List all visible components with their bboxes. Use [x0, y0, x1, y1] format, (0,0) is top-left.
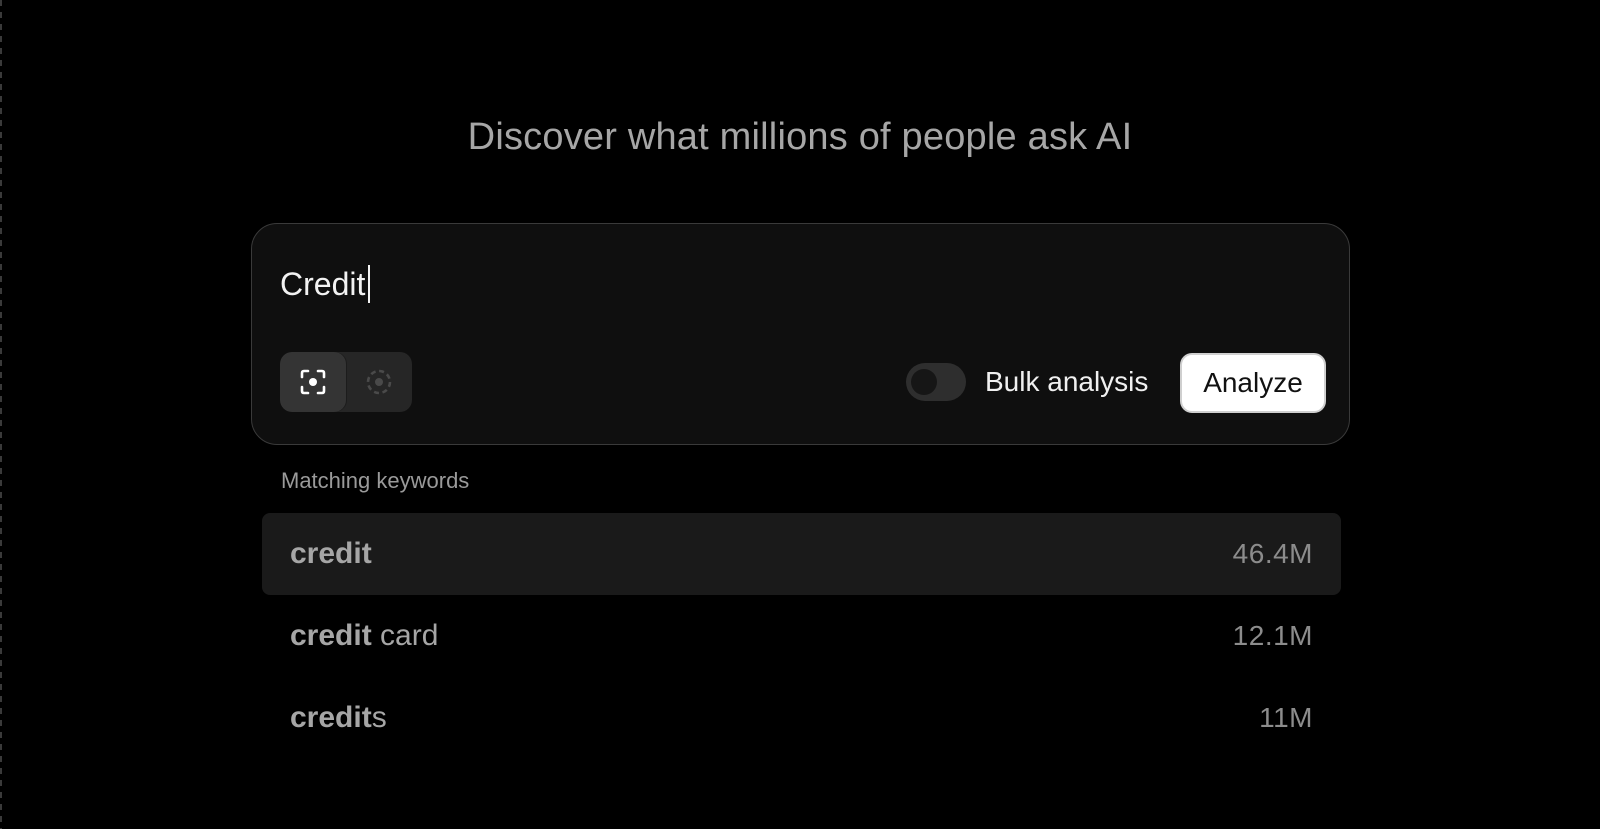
bulk-analysis-toggle[interactable]: [906, 363, 966, 401]
text-caret: [368, 265, 371, 303]
mode-button-scan[interactable]: [346, 352, 412, 412]
analyze-button[interactable]: Analyze: [1180, 353, 1326, 413]
keyword-rest: s: [371, 701, 387, 734]
keyword-match: credit: [290, 537, 372, 570]
keyword-row[interactable]: credit 46.4M: [262, 513, 1341, 595]
matching-keywords-label: Matching keywords: [281, 468, 470, 493]
keyword-count: 46.4M: [1232, 538, 1313, 569]
bulk-analysis-label: Bulk analysis: [985, 366, 1149, 397]
dashed-circle-icon: [366, 369, 392, 395]
keyword-list: credit 46.4M credit card 12.1M credits 1…: [262, 513, 1341, 759]
focus-target-icon: [300, 369, 326, 395]
keyword-match: credit: [290, 619, 372, 652]
keyword-text: credit card: [290, 619, 438, 653]
keyword-match: credit: [290, 701, 372, 734]
mode-button-focus[interactable]: [280, 352, 346, 412]
keyword-count: 11M: [1259, 702, 1313, 733]
keyword-count: 12.1M: [1232, 620, 1313, 651]
mode-switch: [280, 352, 412, 412]
keyword-text: credit: [290, 537, 372, 571]
keyword-rest: card: [371, 619, 439, 652]
search-input-value[interactable]: Credit: [280, 262, 365, 306]
toggle-knob: [911, 369, 937, 395]
keyword-text: credits: [290, 701, 387, 735]
search-card: Credit Bulk analysis Analyze: [251, 223, 1350, 445]
keyword-row[interactable]: credits 11M: [262, 677, 1341, 759]
bulk-analysis-group: Bulk analysis: [906, 362, 1148, 402]
page-title: Discover what millions of people ask AI: [467, 116, 1133, 158]
search-input[interactable]: Credit: [280, 262, 371, 306]
keyword-row[interactable]: credit card 12.1M: [262, 595, 1341, 677]
page: Discover what millions of people ask AI …: [0, 0, 1600, 829]
